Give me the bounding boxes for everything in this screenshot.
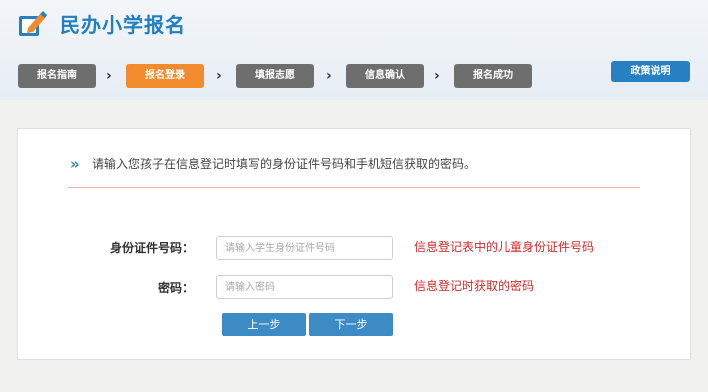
- next-button[interactable]: 下一步: [309, 313, 393, 336]
- login-panel: » 请输入您孩子在信息登记时填写的身份证件号码和手机短信获取的密码。 身份证件号…: [17, 128, 691, 360]
- instruction-text: 请输入您孩子在信息登记时填写的身份证件号码和手机短信获取的密码。: [92, 157, 477, 171]
- divider: [68, 187, 640, 188]
- chevron-right-icon: ›: [326, 68, 332, 84]
- step-choose[interactable]: 填报志愿: [236, 64, 314, 88]
- chevron-right-icon: ›: [434, 68, 440, 84]
- double-chevron-right-icon: »: [70, 155, 80, 173]
- header: 民办小学报名 报名指南 › 报名登录 › 填报志愿 › 信息确认 › 报名成功 …: [0, 0, 708, 100]
- password-label: 密码：: [157, 281, 194, 295]
- step-login[interactable]: 报名登录: [126, 64, 204, 88]
- app-title: 民办小学报名: [60, 13, 186, 37]
- id-number-input[interactable]: [216, 236, 393, 260]
- pencil-logo-icon: [19, 11, 47, 36]
- step-guide[interactable]: 报名指南: [18, 64, 96, 88]
- id-hint: 信息登记表中的儿童身份证件号码: [414, 240, 595, 254]
- chevron-right-icon: ›: [106, 68, 112, 84]
- step-confirm[interactable]: 信息确认: [346, 64, 424, 88]
- step-success[interactable]: 报名成功: [454, 64, 532, 88]
- id-label: 身份证件号码：: [109, 241, 194, 255]
- password-hint: 信息登记时获取的密码: [414, 279, 535, 293]
- prev-button[interactable]: 上一步: [222, 313, 306, 336]
- password-input[interactable]: [216, 275, 393, 299]
- policy-button[interactable]: 政策说明: [611, 61, 690, 82]
- chevron-right-icon: ›: [216, 68, 222, 84]
